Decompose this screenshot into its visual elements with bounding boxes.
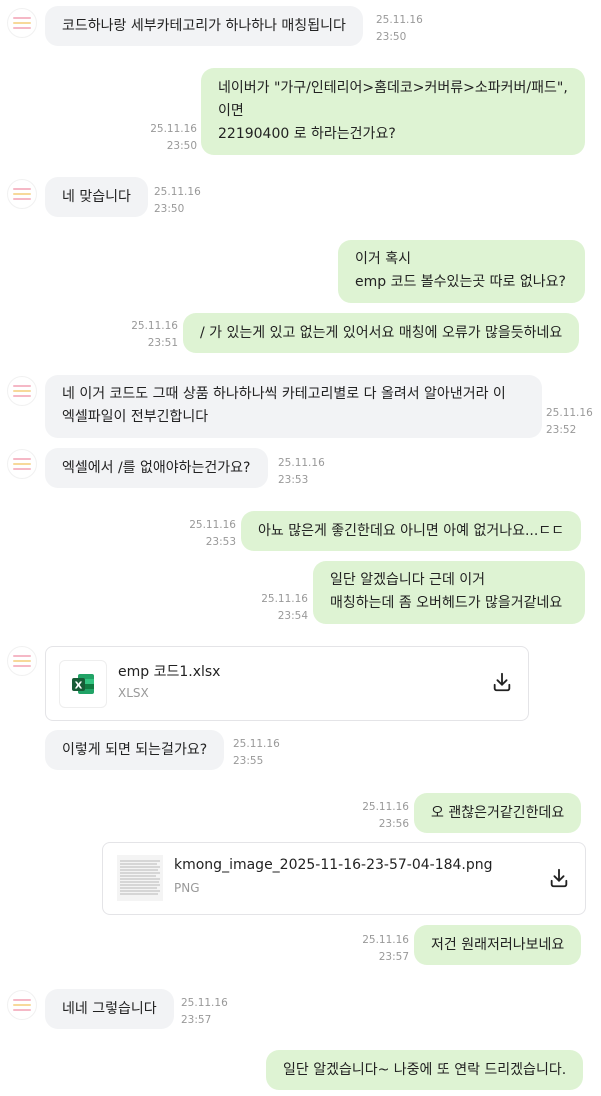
message-bubble: 일단 알겠습니다 근데 이거 매칭하는데 좀 오버헤드가 많을거같네요 — [313, 561, 585, 624]
message-timestamp: 25.11.16 23:56 — [362, 801, 409, 830]
message-bubble: / 가 있는게 있고 없는게 있어서요 매칭에 오류가 많을듯하네요 — [183, 313, 580, 353]
message-timestamp: 25.11.16 23:53 — [189, 519, 236, 548]
file-attachment[interactable]: X emp 코드1.xlsx XLSX — [45, 646, 529, 721]
message-timestamp: 25.11.16 23:54 — [261, 593, 308, 622]
image-thumbnail — [116, 854, 164, 902]
avatar-logo-icon — [13, 458, 31, 470]
file-name: emp 코드1.xlsx — [118, 664, 221, 680]
message-timestamp: 25.11.16 23:55 — [233, 738, 280, 767]
message-timestamp: 25.11.16 23:50 — [376, 14, 423, 43]
message-bubble: 아뇨 많은게 좋긴한데요 아니면 아예 없거나요...ㄷㄷ — [241, 511, 582, 551]
message-bubble: 네네 그렇습니다 — [45, 989, 174, 1029]
avatar-logo-icon — [13, 999, 31, 1011]
download-icon[interactable] — [491, 671, 513, 693]
message-timestamp: 25.11.16 23:57 — [181, 997, 228, 1026]
message-bubble: 네 맞습니다 — [45, 177, 148, 217]
message-bubble: 이거 혹시 emp 코드 볼수있는곳 따로 없나요? — [338, 240, 585, 303]
message-timestamp: 25.11.16 23:53 — [278, 457, 325, 486]
message-timestamp: 25.11.16 23:50 — [150, 123, 197, 152]
file-name: kmong_image_2025-11-16-23-57-04-184.png — [174, 857, 493, 873]
message-bubble: 일단 알겠습니다~ 나중에 또 연락 드리겠습니다. — [266, 1050, 584, 1090]
message-bubble: 네이버가 "가구/인테리어>홈데코>커버류>소파커버/패드", 이면 2219040… — [201, 68, 585, 155]
file-extension: XLSX — [118, 686, 149, 700]
message-timestamp: 25.11.16 23:51 — [131, 320, 178, 349]
message-bubble: 이렇게 되면 되는걸가요? — [45, 730, 225, 770]
excel-icon: X — [59, 660, 107, 708]
avatar — [7, 646, 37, 676]
avatar-logo-icon — [13, 17, 31, 29]
message-bubble: 코드하나랑 세부카테고리가 하나하나 매칭됩니다 — [45, 6, 363, 46]
message-bubble: 엑셀에서 /를 없애야하는건가요? — [45, 448, 268, 488]
avatar-logo-icon — [13, 188, 31, 200]
avatar — [7, 179, 37, 209]
message-timestamp: 25.11.16 23:52 — [546, 407, 593, 436]
svg-text:X: X — [75, 681, 83, 692]
message-bubble: 저건 원래저러나보네요 — [414, 925, 582, 965]
message-bubble: 네 이거 코드도 그때 상품 하나하나씩 카테고리별로 다 올려서 알아낸거라 … — [45, 375, 542, 438]
avatar — [7, 8, 37, 38]
file-extension: PNG — [174, 881, 200, 895]
file-attachment[interactable]: kmong_image_2025-11-16-23-57-04-184.png … — [102, 842, 586, 915]
message-timestamp: 25.11.16 23:50 — [154, 186, 201, 215]
message-timestamp: 25.11.16 23:57 — [362, 934, 409, 963]
avatar — [7, 990, 37, 1020]
avatar — [7, 376, 37, 406]
avatar-logo-icon — [13, 655, 31, 667]
message-bubble: 오 괜찮은거같긴한데요 — [414, 793, 582, 833]
avatar — [7, 449, 37, 479]
avatar-logo-icon — [13, 385, 31, 397]
download-icon[interactable] — [548, 867, 570, 889]
